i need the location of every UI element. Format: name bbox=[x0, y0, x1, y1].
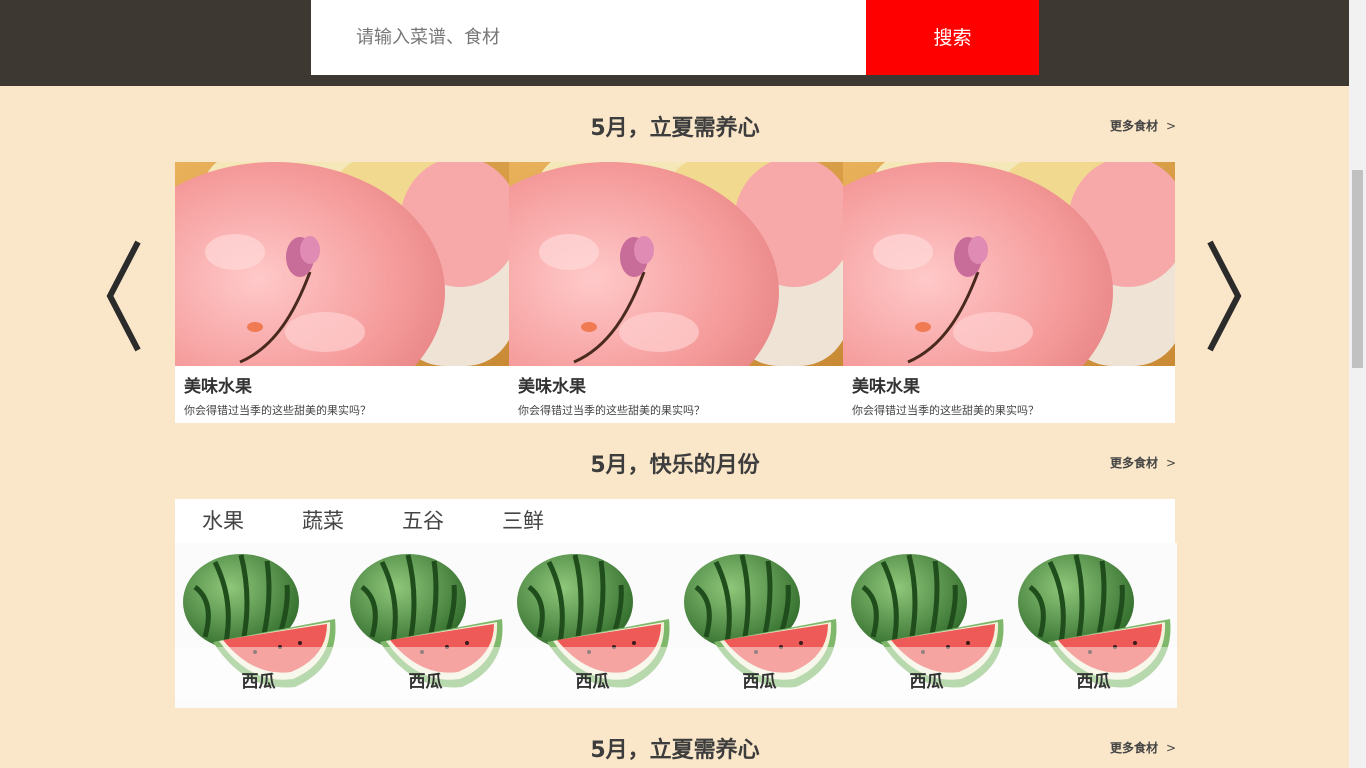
tab-vegetables[interactable]: 蔬菜 bbox=[302, 505, 344, 535]
chevron-right-icon: > bbox=[1166, 456, 1177, 470]
ingredient-label: 西瓜 bbox=[575, 672, 610, 692]
search-input[interactable] bbox=[311, 0, 866, 75]
more-ingredients-link[interactable]: 更多食材 > bbox=[1110, 454, 1176, 471]
card-image bbox=[175, 162, 509, 366]
ingredient-label: 西瓜 bbox=[742, 672, 777, 692]
tab-fruit[interactable]: 水果 bbox=[202, 505, 244, 535]
card-title: 美味水果 bbox=[852, 377, 920, 397]
more-ingredients-label: 更多食材 bbox=[1110, 456, 1159, 470]
section-title: 5月，立夏需养心 bbox=[590, 738, 760, 763]
featured-carousel: 美味水果 你会得错过当季的这些甜美的果实吗？ 美味水果 你会得错过当季的这些甜美… bbox=[175, 162, 1175, 423]
chevron-right-icon: > bbox=[1166, 119, 1177, 133]
section-title: 5月，快乐的月份 bbox=[590, 453, 760, 478]
card-description: 你会得错过当季的这些甜美的果实吗？ bbox=[184, 404, 371, 417]
more-ingredients-label: 更多食材 bbox=[1110, 741, 1159, 755]
tab-grains[interactable]: 五谷 bbox=[402, 505, 444, 535]
ingredient-item[interactable]: 西瓜 bbox=[1010, 543, 1177, 708]
card-description: 你会得错过当季的这些甜美的果实吗？ bbox=[518, 404, 705, 417]
search-box bbox=[311, 0, 866, 75]
more-ingredients-label: 更多食材 bbox=[1110, 119, 1159, 133]
carousel-card[interactable]: 美味水果 你会得错过当季的这些甜美的果实吗？ bbox=[175, 162, 509, 423]
vertical-scrollbar[interactable] bbox=[1349, 0, 1366, 768]
ingredient-label: 西瓜 bbox=[909, 672, 944, 692]
scrollbar-thumb[interactable] bbox=[1352, 170, 1363, 368]
search-button[interactable]: 搜索 bbox=[866, 0, 1039, 75]
top-header: 搜索 bbox=[0, 0, 1349, 86]
chevron-right-icon: > bbox=[1166, 741, 1177, 755]
more-ingredients-link[interactable]: 更多食材 > bbox=[1110, 117, 1176, 134]
carousel-card[interactable]: 美味水果 你会得错过当季的这些甜美的果实吗？ bbox=[843, 162, 1175, 423]
carousel-prev-button[interactable] bbox=[104, 240, 144, 352]
card-title: 美味水果 bbox=[518, 377, 586, 397]
carousel-card[interactable]: 美味水果 你会得错过当季的这些甜美的果实吗？ bbox=[509, 162, 843, 423]
ingredient-item[interactable]: 西瓜 bbox=[843, 543, 1010, 708]
ingredient-item[interactable]: 西瓜 bbox=[509, 543, 676, 708]
ingredient-label: 西瓜 bbox=[1076, 672, 1111, 692]
card-image bbox=[843, 162, 1175, 366]
more-ingredients-link[interactable]: 更多食材 > bbox=[1110, 739, 1176, 756]
ingredient-label: 西瓜 bbox=[241, 672, 276, 692]
tab-seafood[interactable]: 三鲜 bbox=[502, 505, 544, 535]
ingredient-item[interactable]: 西瓜 bbox=[342, 543, 509, 708]
carousel-next-button[interactable] bbox=[1204, 240, 1244, 352]
card-description: 你会得错过当季的这些甜美的果实吗？ bbox=[852, 404, 1039, 417]
chevron-left-icon bbox=[106, 240, 141, 352]
section-title: 5月，立夏需养心 bbox=[590, 116, 760, 141]
card-title: 美味水果 bbox=[184, 377, 252, 397]
ingredient-item[interactable]: 西瓜 bbox=[175, 543, 342, 708]
ingredient-label: 西瓜 bbox=[408, 672, 443, 692]
category-panel: 水果 蔬菜 五谷 三鲜 西瓜 西瓜 西瓜 西瓜 西瓜 西瓜 bbox=[175, 499, 1177, 708]
chevron-right-icon bbox=[1207, 240, 1242, 352]
card-image bbox=[509, 162, 843, 366]
ingredient-item[interactable]: 西瓜 bbox=[676, 543, 843, 708]
